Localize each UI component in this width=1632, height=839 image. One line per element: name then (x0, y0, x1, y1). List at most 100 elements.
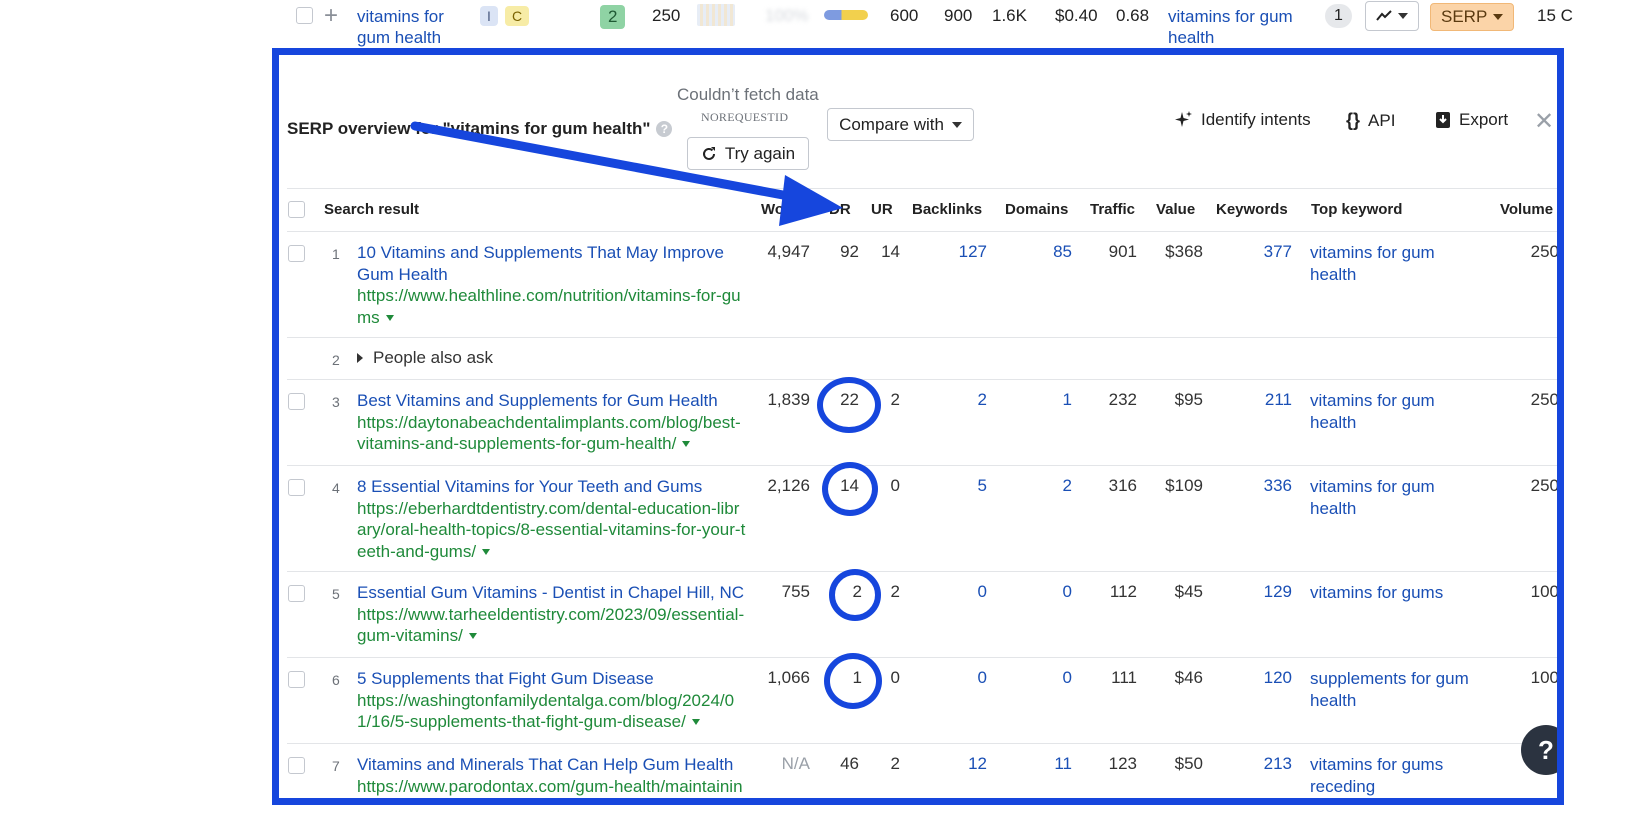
help-button[interactable]: ? (1521, 725, 1557, 775)
result-title-link[interactable]: Vitamins and Minerals That Can Help Gum … (357, 754, 747, 776)
close-icon[interactable]: ✕ (1534, 107, 1554, 136)
col-volume[interactable]: Volume (1500, 201, 1553, 218)
top-keyword-link[interactable]: vitamins for gum health (1310, 476, 1480, 519)
trend-sparkline (697, 4, 735, 26)
row-checkbox[interactable] (288, 245, 305, 262)
col-search-result[interactable]: Search result (324, 201, 419, 218)
caret-down-icon[interactable] (482, 548, 491, 555)
domains-link[interactable]: 85 (1053, 242, 1072, 262)
top-keyword-link[interactable]: vitamins for gums (1310, 582, 1480, 604)
table-row: 3 Best Vitamins and Supplements for Gum … (287, 380, 1557, 466)
result-url[interactable]: https://www.tarheeldentistry.com/2023/09… (357, 604, 747, 647)
add-icon[interactable]: + (324, 4, 338, 28)
words-value: N/A (781, 754, 810, 773)
chevron-down-icon (951, 121, 962, 128)
refresh-icon (702, 146, 715, 160)
serp-button[interactable]: SERP (1430, 3, 1515, 31)
result-url[interactable]: https://www.healthline.com/nutrition/vit… (357, 285, 747, 328)
keywords-link[interactable]: 120 (1264, 668, 1292, 688)
parent-topic-link[interactable]: vitamins for gum health (1168, 6, 1308, 48)
select-all-checkbox[interactable] (288, 201, 305, 218)
dr-value: 46 (840, 754, 859, 773)
keywords-link[interactable]: 213 (1264, 754, 1292, 774)
export-button[interactable]: Export (1435, 110, 1508, 130)
top-keyword-link[interactable]: supplements for gum health (1310, 668, 1480, 711)
distribution-bar (824, 10, 868, 20)
col-traffic[interactable]: Traffic (1090, 201, 1135, 218)
value-value: $50 (1174, 754, 1203, 773)
result-url-text[interactable]: https://washingtonfamilydentalga.com/blo… (357, 691, 734, 732)
row-checkbox[interactable] (288, 757, 305, 774)
keywords-link[interactable]: 336 (1264, 476, 1292, 496)
caret-down-icon[interactable] (691, 719, 700, 725)
result-url-text[interactable]: https://www.healthline.com/nutrition/vit… (357, 286, 741, 327)
chevron-down-icon (1398, 13, 1408, 19)
result-title-link[interactable]: 5 Supplements that Fight Gum Disease (357, 668, 747, 690)
backlinks-link[interactable]: 12 (968, 754, 987, 774)
col-top-keyword[interactable]: Top keyword (1311, 201, 1402, 218)
result-title-link[interactable]: Best Vitamins and Supplements for Gum He… (357, 390, 747, 412)
result-url[interactable]: https://washingtonfamilydentalga.com/blo… (357, 690, 747, 733)
caret-down-icon[interactable] (682, 441, 691, 447)
backlinks-link[interactable]: 5 (978, 476, 987, 496)
col-domains[interactable]: Domains (1005, 201, 1068, 218)
compare-with-dropdown[interactable]: Compare with (827, 108, 974, 141)
result-title-link[interactable]: 8 Essential Vitamins for Your Teeth and … (357, 476, 747, 498)
result-url[interactable]: https://eberhardtdentistry.com/dental-ed… (357, 498, 747, 563)
annotation-circle (822, 462, 878, 516)
col-c-value: 1.6K (992, 6, 1027, 25)
caret-down-icon[interactable] (385, 314, 394, 321)
row-checkbox[interactable] (288, 479, 305, 496)
ur-value: 2 (890, 582, 900, 601)
result-title-link[interactable]: Essential Gum Vitamins - Dentist in Chap… (357, 582, 747, 604)
identify-intents-button[interactable]: Identify intents (1175, 110, 1311, 130)
result-url-text[interactable]: https://www.parodontax.com/gum-health/ma… (357, 777, 743, 799)
rank: 7 (332, 758, 340, 774)
backlinks-link[interactable]: 0 (978, 668, 987, 688)
try-again-button[interactable]: Try again (687, 137, 809, 170)
domains-link[interactable]: 1 (1063, 390, 1072, 410)
domains-link[interactable]: 11 (1054, 754, 1072, 774)
top-keyword-link[interactable]: vitamins for gums receding (1310, 754, 1480, 797)
caret-down-icon[interactable] (468, 633, 477, 639)
domains-link[interactable]: 0 (1063, 668, 1072, 688)
top-keyword-link[interactable]: vitamins for gum health (1310, 242, 1480, 285)
help-icon[interactable]: ? (656, 121, 673, 137)
col-dr[interactable]: DR (829, 201, 851, 218)
domains-link[interactable]: 0 (1063, 582, 1072, 602)
result-url-text[interactable]: https://www.tarheeldentistry.com/2023/09… (357, 605, 744, 646)
api-button[interactable]: {} API (1346, 110, 1395, 131)
top-keyword-link[interactable]: vitamins for gum health (1310, 390, 1480, 433)
ur-value: 14 (881, 242, 900, 261)
traffic-value: 112 (1109, 582, 1137, 601)
result-url[interactable]: https://www.parodontax.com/gum-health/ma… (357, 776, 747, 799)
row-checkbox[interactable] (288, 393, 305, 410)
col-words[interactable]: Wo (761, 201, 784, 218)
result-title-link[interactable]: 10 Vitamins and Supplements That May Imp… (357, 242, 747, 285)
keyword-link[interactable]: vitamins for gum health (357, 6, 467, 48)
col-ur[interactable]: UR (871, 201, 893, 218)
cpc-value: $0.40 (1055, 6, 1098, 25)
row-checkbox[interactable] (288, 671, 305, 688)
value-value: $46 (1174, 668, 1203, 687)
domains-link[interactable]: 2 (1063, 476, 1072, 496)
keywords-link[interactable]: 377 (1264, 242, 1292, 262)
result-url[interactable]: https://daytonabeachdentalimplants.com/b… (357, 412, 747, 455)
backlinks-link[interactable]: 2 (978, 390, 987, 410)
export-label: Export (1459, 110, 1509, 129)
row-checkbox[interactable] (296, 7, 313, 24)
keywords-link[interactable]: 129 (1264, 582, 1292, 602)
words-value: 1,066 (767, 668, 810, 687)
traffic-value: 901 (1108, 242, 1137, 261)
keywords-link[interactable]: 211 (1265, 390, 1292, 410)
backlinks-link[interactable]: 127 (959, 242, 987, 262)
trend-dropdown[interactable] (1365, 1, 1419, 31)
row-checkbox[interactable] (288, 585, 305, 602)
col-value[interactable]: Value (1156, 201, 1195, 218)
people-also-ask-toggle[interactable]: People also ask (357, 348, 493, 368)
result-url-text[interactable]: https://eberhardtdentistry.com/dental-ed… (357, 499, 745, 561)
col-backlinks[interactable]: Backlinks (912, 201, 982, 218)
backlinks-link[interactable]: 0 (978, 582, 987, 602)
table-row: 6 5 Supplements that Fight Gum Disease h… (287, 658, 1557, 744)
col-keywords[interactable]: Keywords (1216, 201, 1288, 218)
